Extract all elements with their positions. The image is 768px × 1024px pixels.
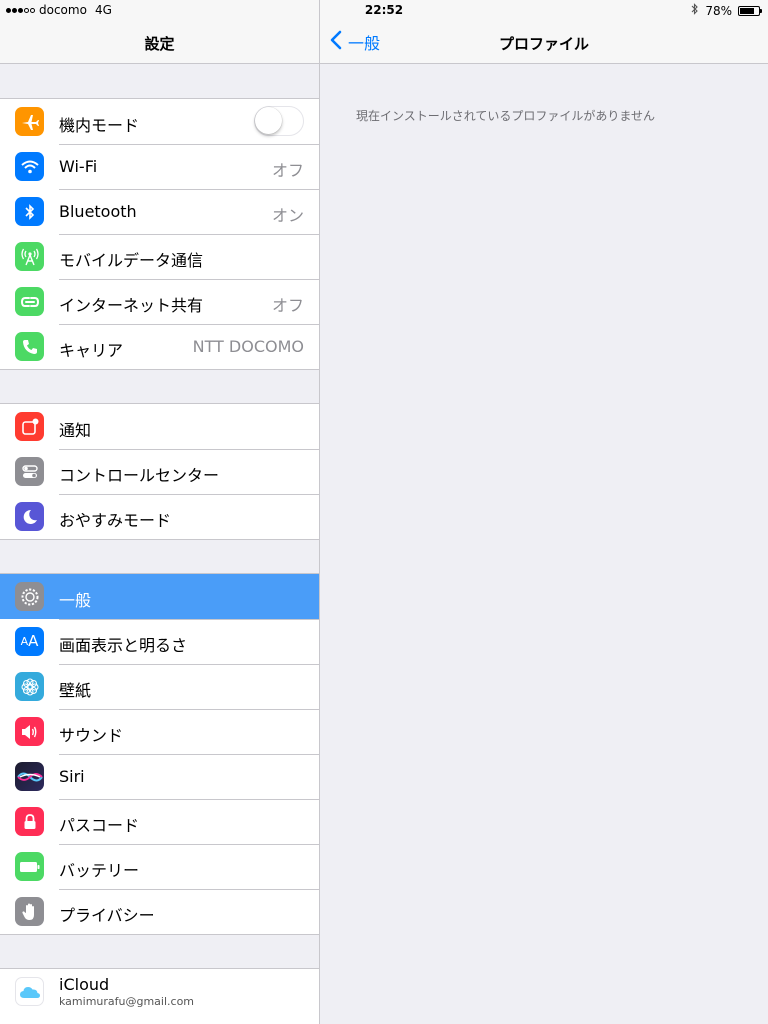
notifications-icon (15, 412, 44, 441)
icloud-label: iCloud (59, 975, 110, 994)
settings-row-personal-hotspot[interactable]: インターネット共有 オフ (0, 279, 319, 324)
display-icon: AA (15, 627, 44, 656)
settings-row-display-brightness[interactable]: AA 画面表示と明るさ (0, 619, 319, 664)
empty-state-message: 現在インストールされているプロファイルがありません (356, 109, 656, 123)
settings-group-connectivity: 機内モード Wi-Fi オフ Bluetooth オン モバイルデータ通信 イン… (0, 98, 319, 370)
lock-icon (15, 807, 44, 836)
airplane-mode-toggle[interactable] (254, 106, 304, 136)
settings-row-siri[interactable]: Siri (0, 754, 319, 799)
wifi-icon (15, 152, 44, 181)
settings-row-general[interactable]: 一般 (0, 574, 319, 619)
settings-row-label: モバイルデータ通信 (59, 251, 204, 270)
settings-row-label: プライバシー (59, 906, 155, 925)
moon-icon (15, 502, 44, 531)
hand-icon (15, 897, 44, 926)
settings-row-airplane-mode[interactable]: 機内モード (0, 99, 319, 144)
settings-row-label: Bluetooth (59, 202, 137, 221)
settings-row-icloud[interactable]: iCloud kamimurafu@gmail.com (0, 969, 319, 1014)
hotspot-icon (15, 287, 44, 316)
page-title: プロファイル (498, 35, 589, 53)
settings-row-bluetooth[interactable]: Bluetooth オン (0, 189, 319, 234)
gear-icon (15, 582, 44, 611)
phone-icon (15, 332, 44, 361)
battery-icon (738, 5, 762, 16)
settings-row-passcode[interactable]: パスコード (0, 799, 319, 844)
settings-row-sounds[interactable]: サウンド (0, 709, 319, 754)
settings-row-carrier[interactable]: キャリア NTT DOCOMO (0, 324, 319, 369)
settings-row-label: インターネット共有 (59, 296, 204, 315)
settings-row-label: 通知 (59, 421, 92, 440)
settings-row-wallpaper[interactable]: 壁紙 (0, 664, 319, 709)
settings-row-value: オフ (271, 296, 304, 315)
icloud-icon (15, 977, 44, 1006)
settings-master-pane: 設定 機内モード Wi-Fi オフ Bluetooth オン モバイルデータ通信… (0, 0, 320, 1024)
airplane-icon (15, 107, 44, 136)
wallpaper-icon (15, 672, 44, 701)
settings-row-mobile-data[interactable]: モバイルデータ通信 (0, 234, 319, 279)
settings-row-privacy[interactable]: プライバシー (0, 889, 319, 934)
settings-row-label: 機内モード (59, 116, 140, 135)
settings-row-label: Wi-Fi (59, 157, 98, 176)
settings-row-value: オン (271, 206, 304, 225)
settings-row-label: おやすみモード (59, 511, 172, 530)
settings-row-label: パスコード (59, 816, 140, 835)
settings-row-value: NTT DOCOMO (192, 337, 304, 356)
settings-row-label: 一般 (59, 591, 92, 610)
settings-row-wifi[interactable]: Wi-Fi オフ (0, 144, 319, 189)
settings-row-battery[interactable]: バッテリー (0, 844, 319, 889)
settings-row-notifications[interactable]: 通知 (0, 404, 319, 449)
battery-icon (15, 852, 44, 881)
settings-row-label: 画面表示と明るさ (59, 636, 188, 655)
master-title: 設定 (144, 35, 175, 53)
bluetooth-icon (15, 197, 44, 226)
settings-row-label: キャリア (59, 341, 124, 360)
status-time: 22:52 (364, 3, 404, 17)
siri-icon (15, 762, 44, 791)
settings-row-label: Siri (59, 767, 85, 786)
speaker-icon (15, 717, 44, 746)
settings-row-label: サウンド (59, 726, 124, 745)
antenna-icon (15, 242, 44, 271)
settings-row-label: バッテリー (59, 861, 140, 880)
battery-percent: 78% (705, 3, 732, 18)
bluetooth-status-icon (691, 3, 699, 18)
status-bar-right: 78% (691, 3, 762, 18)
profiles-detail-pane: 一般 プロファイル 現在インストールされているプロファイルがありません (320, 0, 768, 1024)
settings-group-general: 一般 AA 画面表示と明るさ 壁紙 サウンド Siri パスコード バッテリー … (0, 573, 319, 935)
settings-row-label: コントロールセンター (59, 466, 220, 485)
settings-row-control-center[interactable]: コントロールセンター (0, 449, 319, 494)
status-bar: docomo 4G 22:52 78% (0, 0, 768, 20)
settings-row-label: 壁紙 (59, 681, 92, 700)
control-center-icon (15, 457, 44, 486)
settings-group-accounts: iCloud kamimurafu@gmail.com (0, 968, 319, 1024)
settings-row-value: オフ (271, 161, 304, 180)
icloud-email: kamimurafu@gmail.com (59, 995, 195, 1008)
settings-row-do-not-disturb[interactable]: おやすみモード (0, 494, 319, 539)
settings-group-notifications: 通知 コントロールセンター おやすみモード (0, 403, 319, 540)
